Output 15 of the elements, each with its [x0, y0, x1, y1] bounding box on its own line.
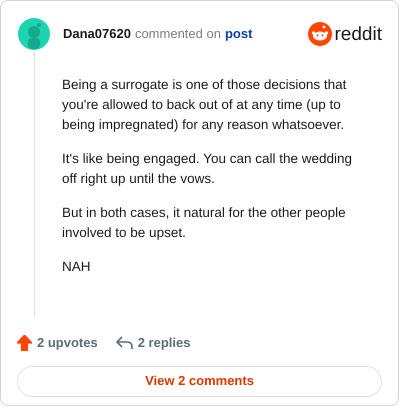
comment-paragraph: But in both cases, it natural for the other people involved to be upset. [62, 204, 347, 242]
upvote-arrow-icon[interactable] [17, 334, 32, 351]
reply-arrow-icon [116, 336, 133, 350]
reply-count: 2 replies [138, 334, 190, 352]
action-text: commented on [134, 25, 221, 44]
comment-paragraph: NAH [62, 258, 92, 276]
comment-paragraph: Being a surrogate is one of those decisions that you're allowed to back out of at any time (up to being impregnated) for any reason whatsoever. [62, 76, 348, 134]
avatar-icon [17, 17, 51, 51]
post-link[interactable]: post [224, 24, 252, 44]
comment-paragraph: It's like being engaged. You can call the wedding off right up until the vows. [62, 150, 354, 188]
upvote-count: 2 upvotes [37, 334, 98, 352]
reddit-logo-icon [308, 22, 332, 46]
view-comments-button[interactable]: View 2 comments [17, 366, 382, 396]
reddit-wordmark: reddit [334, 24, 382, 44]
username[interactable]: Dana07620 [63, 24, 131, 44]
